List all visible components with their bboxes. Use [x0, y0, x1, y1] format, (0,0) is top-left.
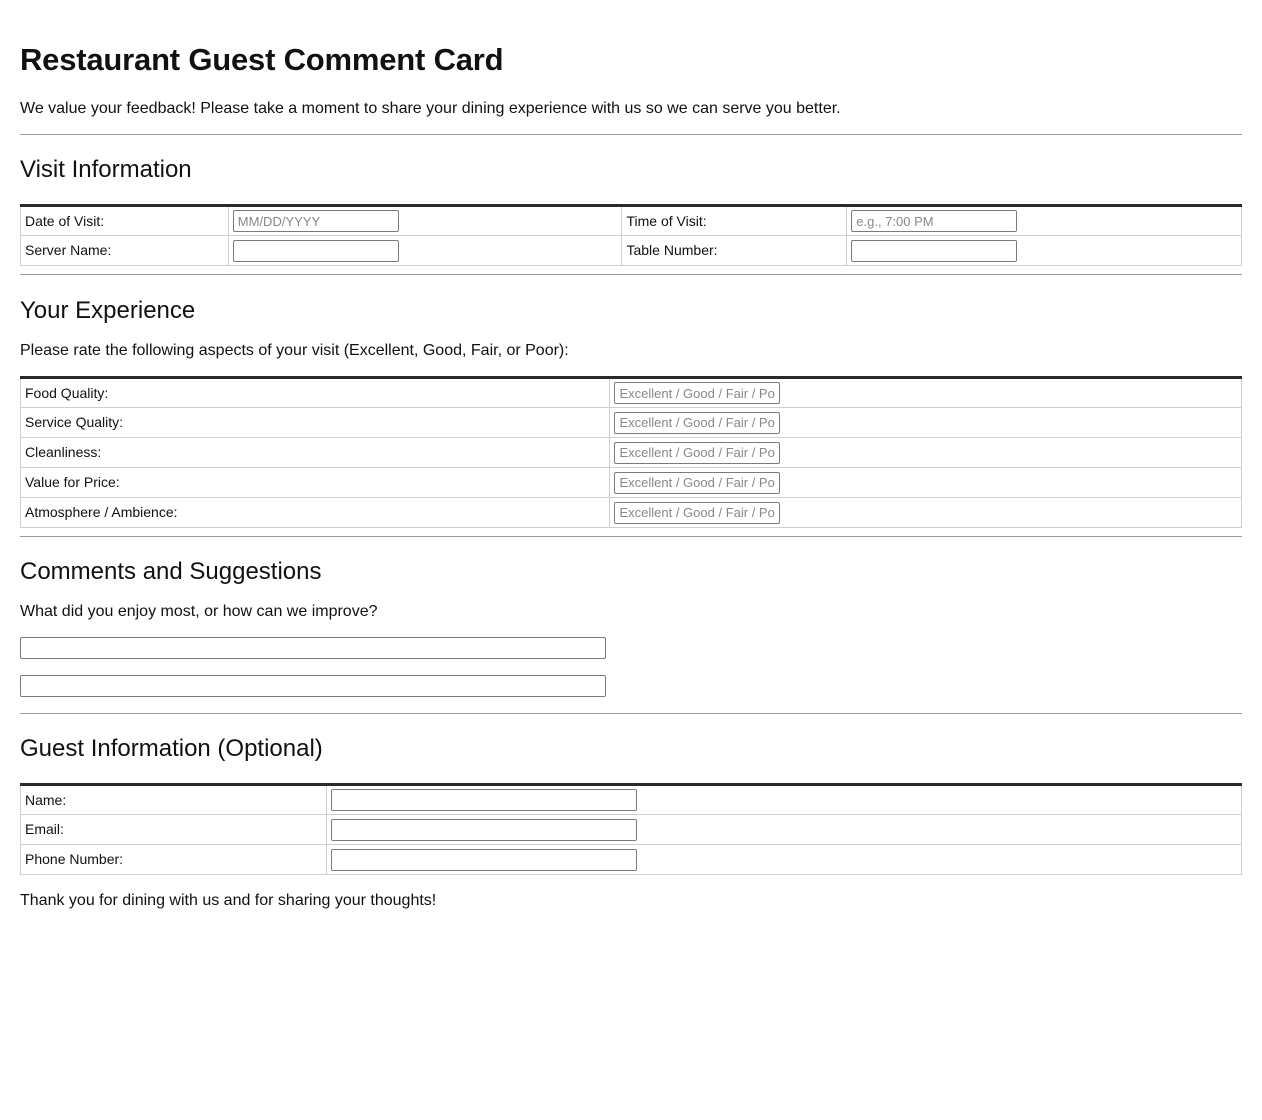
food-quality-rating-input[interactable]: [614, 382, 781, 404]
table-number-input[interactable]: [851, 239, 1018, 262]
table-number-label: Table Number:: [621, 235, 848, 266]
value-for-price-label: Value for Price:: [19, 467, 611, 498]
guest-phone-cell: [325, 844, 1243, 875]
food-quality-label: Food Quality:: [19, 377, 611, 408]
guest-email-input[interactable]: [330, 818, 637, 841]
divider: [20, 713, 1242, 714]
guest-phone-label: Phone Number:: [20, 844, 327, 875]
guest-information-table: Name: Email: Phone Number:: [20, 783, 1243, 875]
table-row: Service Quality:: [19, 407, 1242, 438]
service-quality-label: Service Quality:: [19, 407, 611, 438]
service-quality-rating-input[interactable]: [614, 411, 781, 434]
table-row: Food Quality:: [19, 377, 1242, 408]
divider: [20, 536, 1242, 537]
table-row: Name:: [20, 784, 1243, 815]
experience-rating-table: Food Quality: Service Quality: Cleanline…: [19, 376, 1242, 528]
your-experience-heading: Your Experience: [20, 297, 196, 324]
atmosphere-label: Atmosphere / Ambience:: [19, 497, 611, 528]
table-row: Server Name: Table Number:: [20, 235, 1242, 266]
cleanliness-cell: [609, 437, 1242, 468]
date-of-visit-label: Date of Visit:: [20, 205, 229, 236]
divider: [20, 274, 1242, 275]
date-of-visit-input[interactable]: [232, 210, 399, 232]
value-for-price-cell: [609, 467, 1242, 498]
atmosphere-rating-input[interactable]: [614, 501, 781, 524]
page-title: Restaurant Guest Comment Card: [20, 42, 504, 77]
comment-line-2-input[interactable]: [20, 675, 606, 697]
table-row: Email:: [20, 814, 1243, 845]
server-name-cell: [227, 235, 623, 266]
comment-line-1-input[interactable]: [20, 637, 606, 659]
comments-prompt: What did you enjoy most, or how can we i…: [20, 603, 378, 620]
time-of-visit-label: Time of Visit:: [621, 205, 848, 236]
intro-text: We value your feedback! Please take a mo…: [20, 100, 841, 117]
comments-heading: Comments and Suggestions: [20, 558, 322, 585]
table-row: Cleanliness:: [19, 437, 1242, 468]
guest-name-label: Name:: [20, 784, 327, 815]
value-for-price-rating-input[interactable]: [614, 471, 781, 494]
table-row: Phone Number:: [20, 844, 1243, 875]
date-of-visit-cell: [227, 205, 623, 236]
guest-name-cell: [325, 784, 1243, 815]
guest-email-cell: [325, 814, 1243, 845]
table-row: Atmosphere / Ambience:: [19, 497, 1242, 528]
time-of-visit-input[interactable]: [851, 210, 1018, 232]
atmosphere-cell: [609, 497, 1242, 528]
divider: [20, 134, 1242, 135]
guest-name-input[interactable]: [330, 789, 637, 811]
table-number-cell: [846, 235, 1242, 266]
closing-message: Thank you for dining with us and for sha…: [20, 892, 437, 909]
cleanliness-label: Cleanliness:: [19, 437, 611, 468]
visit-information-table: Date of Visit: Time of Visit: Server Nam…: [20, 204, 1242, 266]
guest-phone-input[interactable]: [330, 848, 637, 871]
server-name-label: Server Name:: [20, 235, 229, 266]
comment-card-page: Restaurant Guest Comment Card We value y…: [0, 0, 1262, 910]
time-of-visit-cell: [846, 205, 1242, 236]
service-quality-cell: [609, 407, 1242, 438]
guest-email-label: Email:: [20, 814, 327, 845]
guest-information-heading: Guest Information (Optional): [20, 735, 323, 762]
cleanliness-rating-input[interactable]: [614, 441, 781, 464]
visit-information-heading: Visit Information: [20, 156, 192, 183]
rating-instructions: Please rate the following aspects of you…: [20, 342, 569, 359]
food-quality-cell: [609, 377, 1242, 408]
table-row: Value for Price:: [19, 467, 1242, 498]
table-row: Date of Visit: Time of Visit:: [20, 205, 1242, 236]
server-name-input[interactable]: [232, 239, 399, 262]
